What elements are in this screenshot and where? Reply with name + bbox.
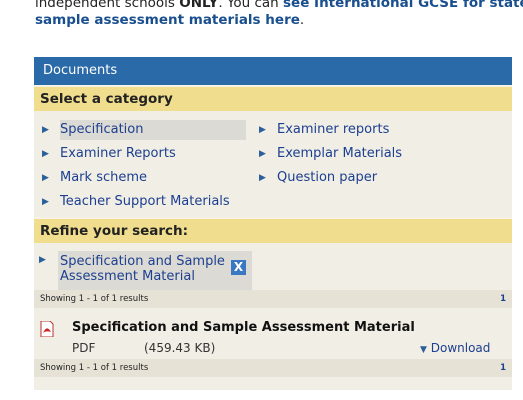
document-row: Specification and Sample Assessment Mate…	[34, 315, 512, 361]
category-mark-scheme[interactable]: ▶ Mark scheme	[42, 168, 148, 188]
arrow-right-icon: ▶	[259, 149, 266, 159]
category-label: Specification	[60, 122, 144, 137]
intro-text-end: .	[299, 12, 305, 28]
category-list: ▶ Specification ▶ Examiner Reports ▶ Mar…	[34, 111, 512, 214]
category-exemplar-materials[interactable]: ▶ Exemplar Materials	[259, 144, 403, 164]
intro-text-mid: . You can	[218, 0, 283, 11]
sample-assessment-link[interactable]: sample assessment materials here	[35, 12, 300, 28]
results-count: Showing 1 - 1 of 1 results	[40, 294, 149, 304]
arrow-right-icon: ▶	[42, 149, 49, 159]
active-filter[interactable]: Specification and Sample Assessment Mate…	[58, 251, 252, 291]
arrow-right-icon: ▶	[259, 173, 266, 183]
select-category-heading: Select a category	[34, 85, 512, 111]
category-label: Examiner Reports	[60, 146, 176, 161]
results-count: Showing 1 - 1 of 1 results	[40, 363, 149, 373]
arrow-right-icon: ▶	[42, 197, 49, 207]
intro-emphasis: ONLY	[179, 0, 219, 11]
intro-line-2: sample assessment materials here.	[35, 12, 523, 29]
category-label: Mark scheme	[60, 170, 148, 185]
state-schools-link[interactable]: see International GCSE for state s	[283, 0, 523, 11]
pdf-icon	[40, 321, 54, 337]
intro-text-start: independent schools	[35, 0, 180, 11]
document-title[interactable]: Specification and Sample Assessment Mate…	[72, 320, 415, 335]
page-link[interactable]: 1	[500, 359, 506, 377]
arrow-right-icon: ▶	[259, 125, 266, 135]
results-summary-bottom: Showing 1 - 1 of 1 results 1	[34, 359, 512, 377]
refine-search-heading: Refine your search:	[34, 217, 512, 243]
arrow-right-icon: ▶	[42, 173, 49, 183]
remove-filter-button[interactable]: X	[231, 260, 246, 275]
category-specification[interactable]: ▶ Specification	[42, 120, 246, 140]
intro-line-1: independent schools ONLY. You can see In…	[35, 0, 523, 12]
download-label: Download	[430, 341, 491, 355]
page-link[interactable]: 1	[500, 290, 506, 308]
download-link[interactable]: ▼ Download	[420, 341, 490, 355]
intro-text: independent schools ONLY. You can see In…	[35, 0, 523, 29]
arrow-right-icon: ▶	[39, 255, 46, 265]
category-label: Teacher Support Materials	[60, 194, 230, 209]
filter-label-line-1: Specification and Sample	[60, 254, 225, 269]
documents-panel: Documents Select a category ▶ Specificat…	[34, 57, 512, 390]
category-examiner-reports-left[interactable]: ▶ Examiner Reports	[42, 144, 176, 164]
document-size: (459.43 KB)	[144, 341, 216, 355]
arrow-right-icon: ▶	[42, 125, 49, 135]
document-type: PDF	[72, 341, 96, 355]
results-summary-top: Showing 1 - 1 of 1 results 1	[34, 290, 512, 308]
download-arrow-icon: ▼	[420, 345, 427, 355]
category-examiner-reports-right[interactable]: ▶ Examiner reports	[259, 120, 390, 140]
category-question-paper[interactable]: ▶ Question paper	[259, 168, 378, 188]
category-label: Examiner reports	[277, 122, 390, 137]
documents-header: Documents	[34, 57, 512, 85]
category-label: Question paper	[277, 170, 378, 185]
filter-label-line-2: Assessment Material	[60, 269, 195, 284]
category-teacher-support[interactable]: ▶ Teacher Support Materials	[42, 192, 230, 212]
category-label: Exemplar Materials	[277, 146, 403, 161]
